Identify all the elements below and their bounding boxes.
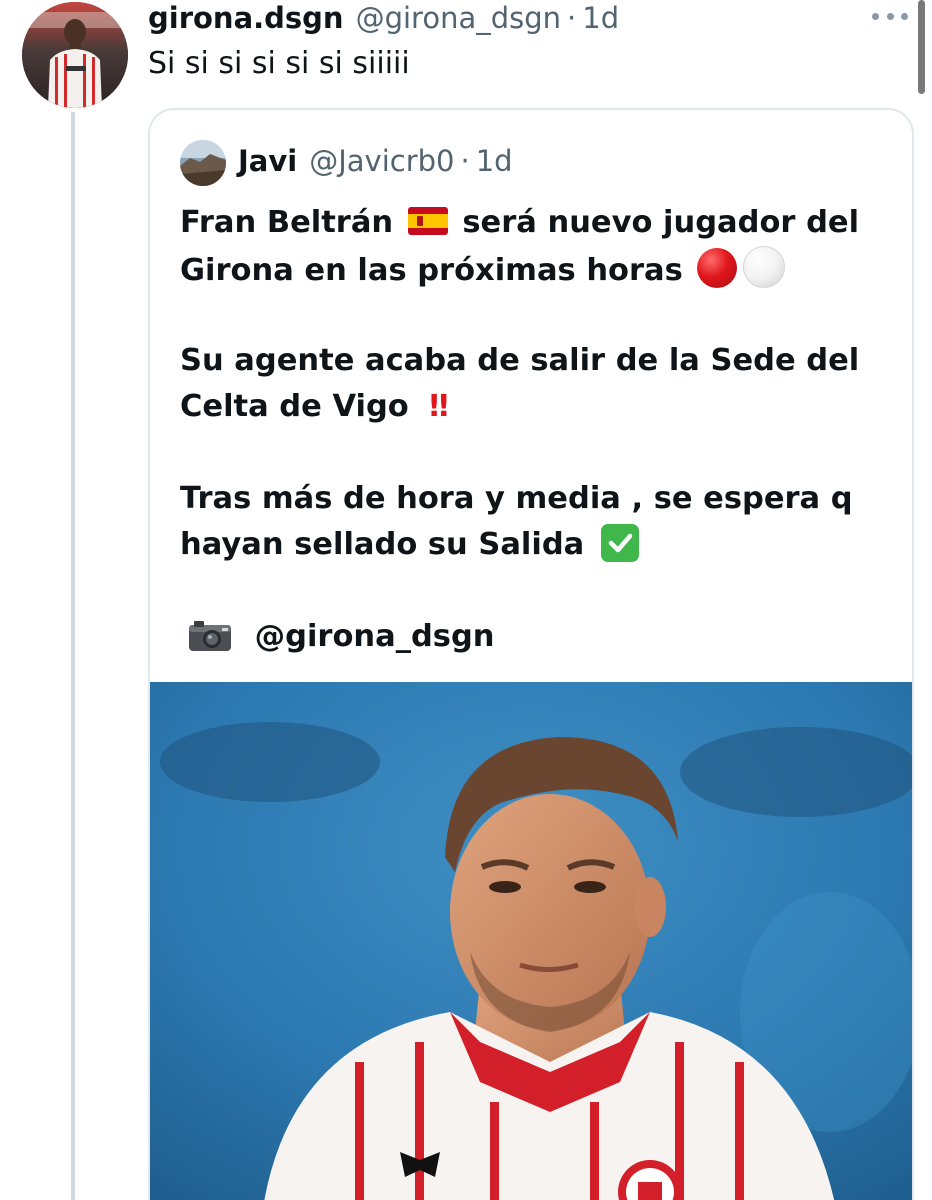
quoted-line-2: Girona en las próximas horas — [180, 246, 890, 292]
thread-line — [71, 112, 75, 1200]
quoted-text-segment: Fran Beltrán — [180, 205, 394, 240]
camera-icon — [188, 620, 232, 652]
quoted-text-segment: será nuevo jugador del — [462, 205, 860, 240]
quoted-timestamp[interactable]: 1d — [476, 144, 513, 178]
quoted-tweet-photo[interactable] — [150, 682, 912, 1200]
display-name[interactable]: girona.dsgn — [148, 1, 344, 35]
white-circle-icon — [743, 246, 786, 288]
quoted-user-handle[interactable]: @Javicrb0 — [309, 144, 454, 178]
check-mark-icon — [600, 524, 639, 562]
quoted-header: Javi @Javicrb0 · 1d — [238, 144, 513, 178]
user-handle[interactable]: @girona_dsgn — [356, 1, 561, 35]
quoted-text-segment: Girona en las próximas horas — [180, 253, 683, 288]
quoted-separator-dot: · — [460, 144, 470, 178]
quoted-line-7: @girona_dsgn — [180, 614, 890, 660]
spain-flag-icon — [407, 207, 448, 235]
tweet-header: girona.dsgn @girona_dsgn · 1d — [148, 0, 619, 36]
more-options-icon[interactable] — [872, 6, 908, 26]
quoted-text-segment: hayan sellado su Salida — [180, 527, 585, 562]
tweet-text: Si si si si si si siiiii — [148, 46, 410, 81]
quoted-text-segment[interactable]: @girona_dsgn — [255, 619, 495, 654]
quoted-line-3: Su agente acaba de salir de la Sede del — [180, 343, 860, 378]
quoted-line-5: Tras más de hora y media , se espera q — [180, 481, 853, 516]
separator-dot: · — [567, 1, 577, 35]
quoted-line-4: Celta de Vigo ‼ — [180, 384, 890, 430]
quoted-display-name[interactable]: Javi — [238, 144, 297, 178]
quoted-tweet-card[interactable]: Javi @Javicrb0 · 1d Fran Beltrán será nu… — [148, 108, 914, 1200]
quoted-avatar[interactable] — [180, 140, 226, 186]
quoted-line-6: hayan sellado su Salida — [180, 522, 890, 568]
timestamp[interactable]: 1d — [582, 1, 619, 35]
avatar[interactable] — [22, 2, 128, 108]
scrollbar[interactable] — [918, 0, 925, 94]
red-circle-icon — [697, 248, 738, 288]
quoted-line-1: Fran Beltrán será nuevo jugador del — [180, 200, 890, 246]
quoted-tweet-text: Fran Beltrán será nuevo jugador del Giro… — [180, 200, 890, 660]
quoted-text-segment: Celta de Vigo — [180, 389, 409, 424]
double-exclamation-icon: ‼ — [429, 389, 448, 424]
tweet-thread-screen: girona.dsgn @girona_dsgn · 1d Si si si s… — [0, 0, 932, 1200]
